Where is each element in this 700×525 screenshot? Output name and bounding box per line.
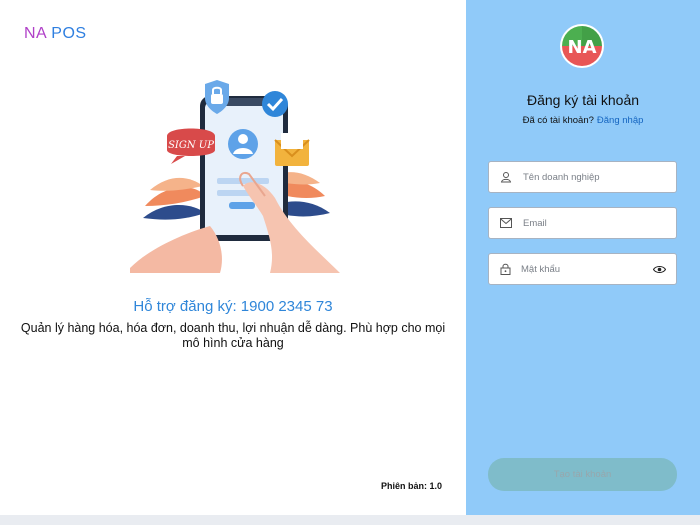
logo-text: NA <box>568 37 597 58</box>
sign-up-text: SIGN UP <box>168 140 214 151</box>
email-field[interactable] <box>488 207 677 239</box>
register-title: Đăng ký tài khoản <box>526 92 640 108</box>
brand-na: NA <box>24 25 47 42</box>
lock-icon <box>499 262 511 276</box>
support-hotline: Hỗ trợ đăng ký: 1900 2345 73 <box>133 298 333 315</box>
na-logo-icon: NA <box>560 24 604 68</box>
brand-pos: POS <box>51 25 87 42</box>
app-description: Quản lý hàng hóa, hóa đơn, doanh thu, lợ… <box>20 321 446 350</box>
eye-icon[interactable] <box>653 262 666 276</box>
person-icon <box>499 170 513 184</box>
brand-logo: NA POS <box>24 25 87 43</box>
login-prompt: Đã có tài khoản? Đăng nhập <box>466 115 700 126</box>
business-name-input[interactable] <box>523 171 676 183</box>
signup-illustration: SIGN UP <box>130 80 340 273</box>
version-label: Phiên bản: 1.0 <box>380 481 442 491</box>
bottom-strip <box>0 515 700 525</box>
password-field[interactable] <box>488 253 677 285</box>
login-link[interactable]: Đăng nhập <box>597 115 643 126</box>
mail-icon <box>499 216 513 230</box>
have-account-text: Đã có tài khoản? <box>522 115 594 126</box>
create-account-button[interactable]: Tạo tài khoản <box>488 458 677 491</box>
password-input[interactable] <box>521 263 653 275</box>
email-input[interactable] <box>523 217 676 229</box>
left-panel: NA POS SIGN UP Hỗ trợ đăng ký: 1900 2345… <box>0 0 466 515</box>
business-name-field[interactable] <box>488 161 677 193</box>
